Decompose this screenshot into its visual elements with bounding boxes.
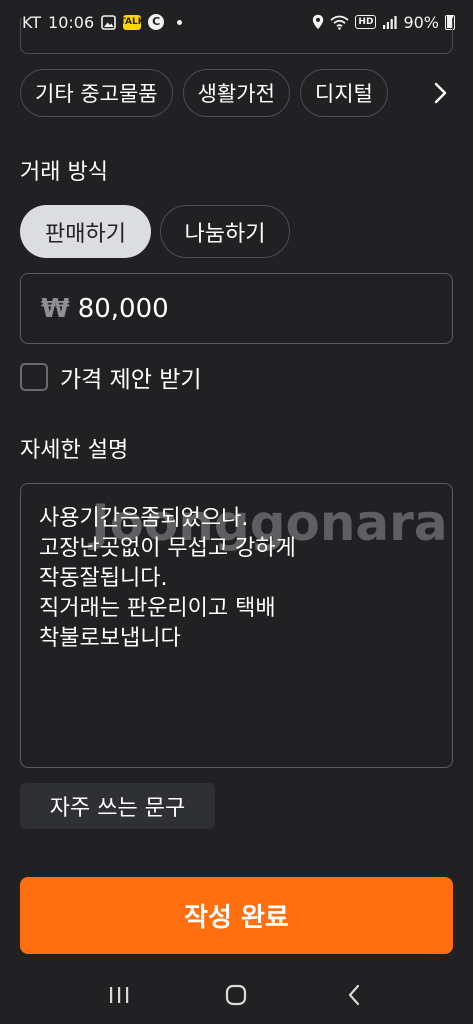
sell-option-button[interactable]: 판매하기 [20, 205, 151, 258]
title-input-partial[interactable] [20, 18, 453, 54]
system-nav-bar [0, 966, 473, 1024]
trade-method-label: 거래 방식 [20, 160, 108, 185]
submit-button[interactable]: 작성 완료 [20, 877, 453, 954]
recent-apps-icon[interactable] [99, 975, 139, 1015]
price-offer-checkbox[interactable] [20, 363, 48, 391]
price-value: 80,000 [77, 293, 169, 324]
back-icon[interactable] [334, 975, 374, 1015]
price-offer-label: 가격 제안 받기 [60, 367, 202, 393]
category-chips: 기타 중고물품 생활가전 디지털 [20, 69, 440, 117]
category-chip-misc[interactable]: 기타 중고물품 [20, 69, 173, 117]
share-option-button[interactable]: 나눔하기 [160, 205, 290, 258]
post-edit-screen: KT 10:06 TALK C HD 90% 기타 중고물품 생활가전 디지털 … [0, 0, 473, 1024]
category-chip-digital[interactable]: 디지털 [299, 69, 388, 117]
frequent-phrases-button[interactable]: 자주 쓰는 문구 [20, 783, 215, 829]
chevron-right-icon[interactable] [428, 78, 454, 108]
home-icon[interactable] [216, 975, 256, 1015]
won-currency-icon: ₩ [41, 293, 70, 324]
description-textarea[interactable]: Joonggonara 사용기간은좀되었으나. 고장난곳없이 무섭고 강하게 작… [20, 483, 453, 768]
description-label: 자세한 설명 [20, 438, 129, 463]
price-input[interactable]: ₩ 80,000 [20, 273, 453, 344]
price-offer-option[interactable]: 가격 제안 받기 [20, 360, 202, 394]
category-chip-appliances[interactable]: 생활가전 [182, 69, 290, 117]
description-text: 사용기간은좀되었으나. 고장난곳없이 무섭고 강하게 작동잘됩니다. 직거래는 … [39, 506, 296, 651]
